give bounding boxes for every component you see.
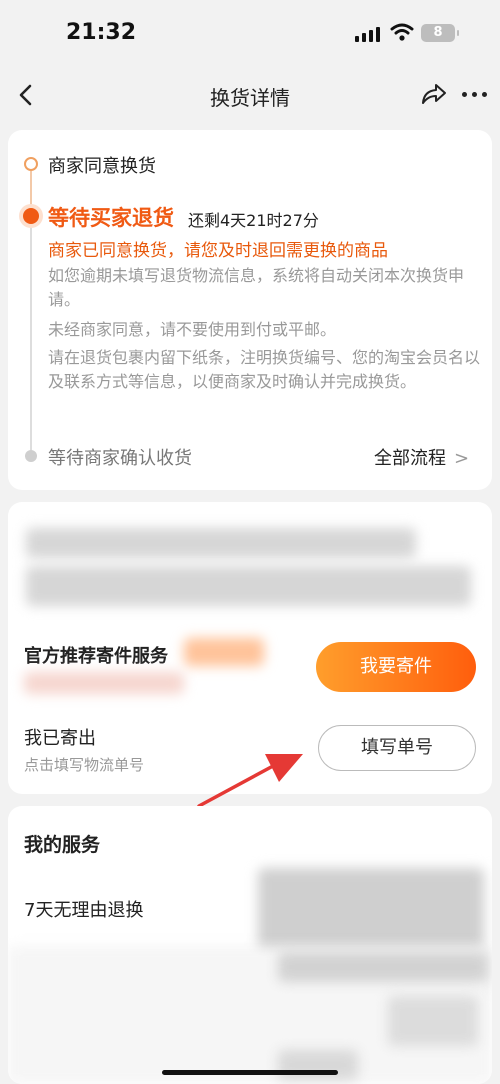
timeline-dot-done bbox=[24, 157, 38, 171]
blurred-badge bbox=[184, 638, 264, 666]
notice-highlight: 商家已同意换货，请您及时退回需更换的商品 bbox=[48, 241, 388, 261]
blurred-text bbox=[24, 672, 184, 694]
send-package-button[interactable]: 我要寄件 bbox=[316, 642, 476, 692]
battery-icon: 8 bbox=[421, 24, 459, 42]
wifi-icon bbox=[390, 23, 414, 41]
notice-text: 如您逾期未填写退货物流信息，系统将自动关闭本次换货申请。 bbox=[48, 266, 465, 309]
blurred-area bbox=[278, 952, 488, 982]
status-time: 21:32 bbox=[66, 20, 137, 45]
all-flow-link[interactable]: 全部流程 > bbox=[374, 444, 469, 470]
signal-icon bbox=[355, 26, 381, 42]
chevron-right-icon: > bbox=[454, 448, 470, 469]
timeline-card: 商家同意换货 等待买家退货 还剩4天21时27分 商家已同意换货，请您及时退回需… bbox=[8, 130, 492, 490]
all-flow-label: 全部流程 bbox=[374, 448, 446, 469]
timeline-dot-active bbox=[23, 208, 39, 224]
sent-sub-label: 点击填写物流单号 bbox=[24, 756, 145, 774]
timeline-dot-pending bbox=[25, 450, 37, 462]
timeline-line bbox=[30, 226, 32, 450]
blurred-address bbox=[26, 566, 471, 606]
services-title: 我的服务 bbox=[24, 834, 101, 856]
official-service-label: 官方推荐寄件服务 bbox=[24, 646, 168, 667]
timeline-line bbox=[30, 171, 32, 209]
home-indicator[interactable] bbox=[162, 1070, 338, 1075]
shipping-card: 官方推荐寄件服务 我要寄件 我已寄出 点击填写物流单号 填写单号 bbox=[8, 502, 492, 794]
timeline-step-pending: 等待商家确认收货 bbox=[48, 448, 192, 469]
services-card: 我的服务 7天无理由退换 bbox=[8, 806, 492, 1084]
blurred-area bbox=[388, 996, 478, 1046]
timeline-step-approved: 商家同意换货 bbox=[48, 156, 156, 177]
service-item[interactable]: 7天无理由退换 bbox=[24, 896, 143, 922]
more-icon[interactable] bbox=[458, 80, 490, 108]
nav-bar: 换货详情 bbox=[0, 70, 500, 120]
fill-tracking-number-button[interactable]: 填写单号 bbox=[318, 725, 476, 771]
notice-text: 请在退货包裹内留下纸条，注明换货编号、您的淘宝会员名以及联系方式等信息，以便商家… bbox=[48, 348, 481, 391]
blurred-address bbox=[26, 528, 416, 558]
notice-text: 未经商家同意，请不要使用到付或平邮。 bbox=[48, 320, 337, 339]
countdown-text: 还剩4天21时27分 bbox=[188, 211, 319, 230]
share-icon[interactable] bbox=[420, 80, 448, 108]
status-bar: 21:32 8 bbox=[0, 0, 500, 70]
timeline-step-current: 等待买家退货 bbox=[48, 206, 174, 230]
blurred-area bbox=[278, 1050, 358, 1080]
sent-label: 我已寄出 bbox=[24, 728, 96, 749]
